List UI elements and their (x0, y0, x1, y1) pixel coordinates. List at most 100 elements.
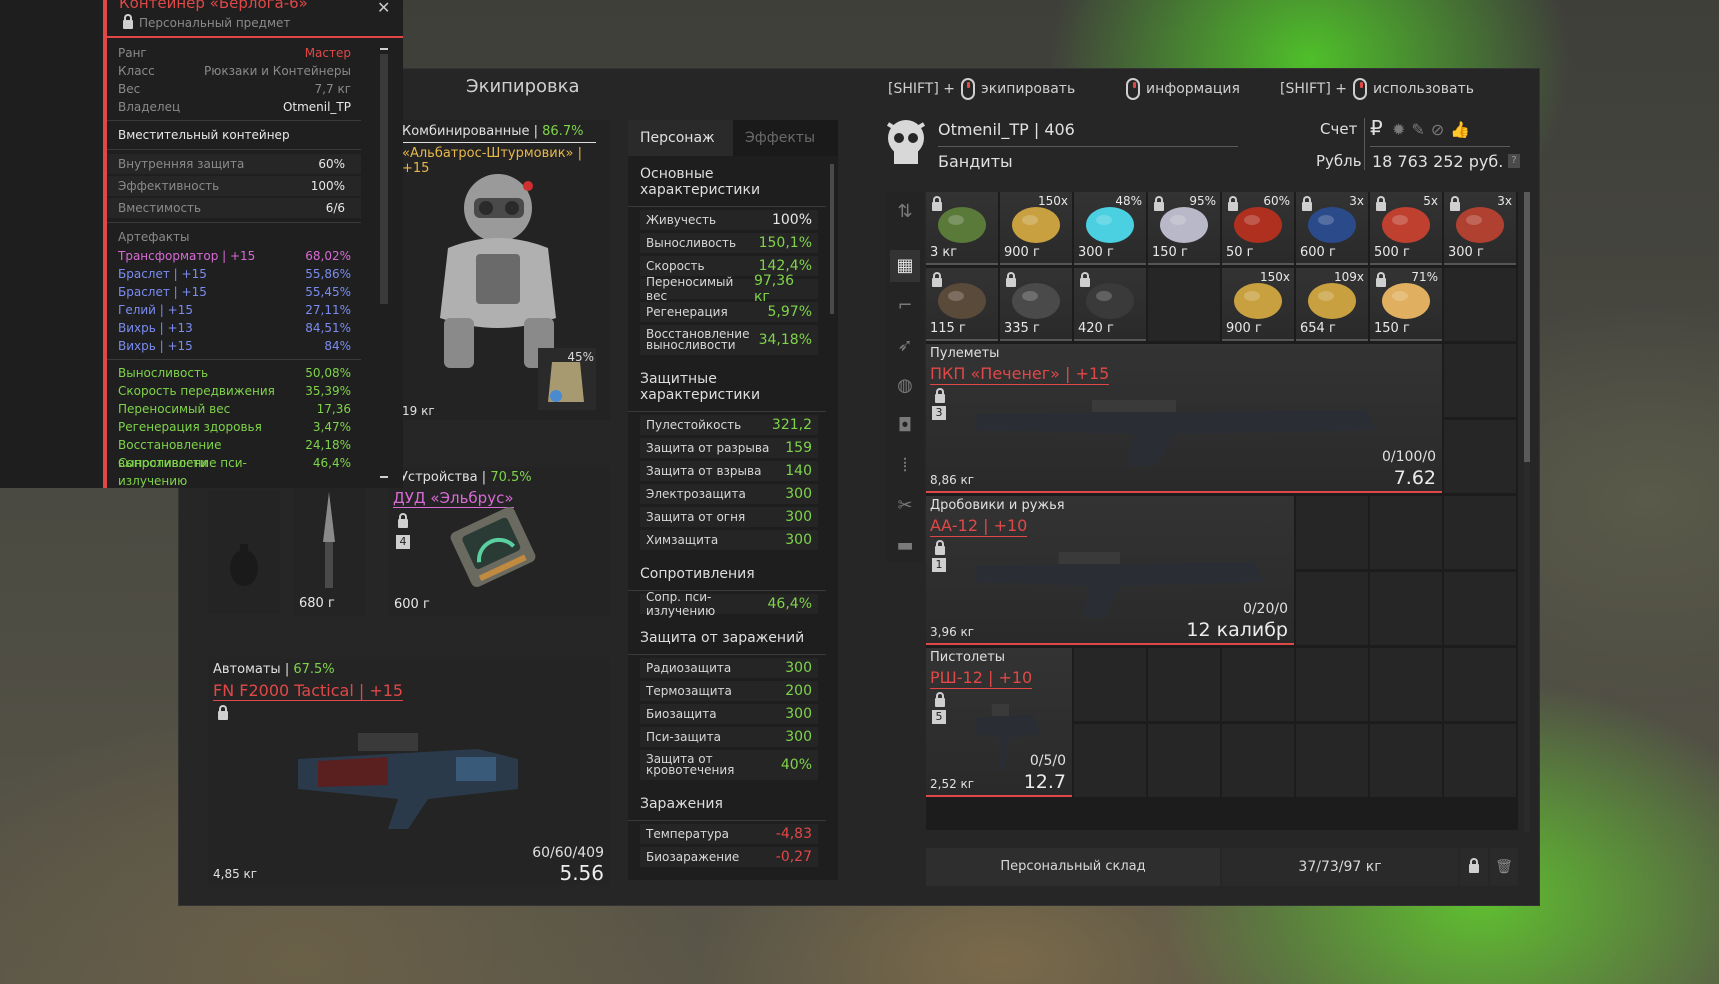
sort-icon[interactable]: ⇅ (890, 196, 920, 228)
tab-effects[interactable]: Эффекты (733, 120, 838, 156)
inventory-item[interactable]: 48% 300 г (1074, 192, 1146, 265)
artifact-row-label: Вихрь | +15 (118, 339, 193, 353)
stat-label: Защита от разрыва (646, 441, 770, 455)
inventory-cell[interactable] (1296, 724, 1368, 797)
armor-filter-icon[interactable]: ◍ (890, 370, 920, 402)
artifacts-filter-icon[interactable]: ◘ (890, 410, 920, 442)
weapon-weight: 3,96 кг (930, 625, 975, 639)
inventory-cell[interactable] (1370, 496, 1442, 569)
inventory-item[interactable]: 60% 50 г (1222, 192, 1294, 265)
item-count: 71% (1411, 270, 1438, 284)
inventory-item[interactable]: 150x 900 г (1222, 268, 1294, 341)
bonus-row: Выносливость 50,08% (107, 364, 361, 382)
bonus-row: Скорость передвижения 35,39% (107, 382, 361, 400)
weapon-item[interactable]: Пистолеты РШ-12 | +10 5 2,52 кг 0/5/0 12.7 (926, 648, 1072, 797)
stats-scrollbar[interactable] (830, 164, 834, 314)
inventory-cell[interactable] (1370, 572, 1442, 645)
device-label: Устройства | 70.5% (400, 470, 532, 485)
inventory-cell[interactable] (1074, 724, 1146, 797)
stat-row: Пси-защита 300 (640, 727, 818, 747)
inventory-cell[interactable] (1444, 648, 1516, 721)
primary-weapon-slot[interactable]: Автоматы | 67.5% FN F2000 Tactical | +15… (208, 659, 610, 885)
inventory-item[interactable]: 3x 300 г (1444, 192, 1516, 265)
bandit-skull-icon (886, 120, 926, 164)
throwable-slot[interactable] (208, 490, 280, 614)
weapon-item[interactable]: Дробовики и ружья АА-12 | +10 1 3,96 кг 0/20… (926, 496, 1294, 645)
stat-value: 150,1% (758, 235, 812, 251)
inventory-item[interactable]: 95% 150 г (1148, 192, 1220, 265)
inventory-item[interactable]: 71% 150 г (1370, 268, 1442, 341)
inventory-cell[interactable] (1222, 724, 1294, 797)
artifact-row-value: 68,02% (305, 249, 351, 263)
inventory-cell[interactable] (1444, 572, 1516, 645)
info-row-value: Otmenil_TP (282, 100, 351, 114)
tooltip-scrollbar[interactable] (380, 54, 388, 304)
item-count: 48% (1115, 194, 1142, 208)
inventory-cell[interactable] (1444, 344, 1516, 417)
lock-icon (1469, 858, 1479, 873)
inventory-cell[interactable] (1370, 648, 1442, 721)
inventory-item[interactable]: 109x 654 г (1296, 268, 1368, 341)
inventory-cell[interactable] (1444, 268, 1516, 341)
inventory-item[interactable]: 150x 900 г (1000, 192, 1072, 265)
currency-icons[interactable]: ✹✎⊘👍 (1392, 120, 1476, 139)
info-row: Вес 7,7 кг (107, 80, 361, 98)
artifact-row-label: Браслет | +15 (118, 267, 207, 281)
lock-icon (123, 14, 133, 29)
lock-all-button[interactable] (1460, 848, 1488, 886)
property-row: Внутренняя защита 60% (107, 154, 361, 174)
inventory-cell[interactable] (1296, 572, 1368, 645)
inventory-item[interactable]: 420 г (1074, 268, 1146, 341)
inventory-item[interactable] (1148, 268, 1220, 341)
stat-value: 46,4% (767, 596, 812, 612)
inventory-scrollbar[interactable] (1524, 192, 1530, 832)
bonus-row-value: 24,18% (305, 438, 351, 452)
item-price: 600 г (1300, 245, 1336, 260)
item-count: 5x (1423, 194, 1438, 208)
tab-character[interactable]: Персонаж (628, 120, 733, 156)
inventory-cell[interactable] (1148, 724, 1220, 797)
consumables-filter-icon[interactable]: ⦙ (890, 450, 920, 482)
grid-view-icon[interactable]: ▦ (890, 250, 920, 282)
lock-icon (935, 388, 945, 403)
inventory-cell[interactable] (1148, 648, 1220, 721)
ammo-filter-icon[interactable]: ➶ (890, 330, 920, 362)
tools-filter-icon[interactable]: ✂ (890, 490, 920, 522)
inventory-item[interactable]: 5x 500 г (1370, 192, 1442, 265)
inventory-item[interactable]: 115 г (926, 268, 998, 341)
armor-sub-slot[interactable]: 45% (538, 348, 596, 410)
trash-icon[interactable]: 🗑 (1490, 848, 1518, 886)
inventory-cell[interactable] (1222, 648, 1294, 721)
hint-use: [SHIFT] + использовать (1280, 78, 1474, 100)
weapons-filter-icon[interactable]: ⌐ (890, 290, 920, 322)
inventory-cell[interactable] (1444, 724, 1516, 797)
help-icon[interactable]: ? (1508, 154, 1520, 168)
inventory-item[interactable]: 335 г (1000, 268, 1072, 341)
inventory-cell[interactable] (1296, 496, 1368, 569)
inventory-cell[interactable] (1370, 724, 1442, 797)
armor-slot[interactable]: Комбинированные | 86.7% «Альбатрос-Штурм… (400, 120, 610, 420)
personal-storage-button[interactable]: Персональный склад (926, 848, 1220, 886)
inventory-cell[interactable] (1296, 648, 1368, 721)
weapon-item[interactable]: Пулеметы ПКП «Печенег» | +15 3 8,86 кг 0/100… (926, 344, 1442, 493)
lock-number-badge: 3 (932, 406, 946, 420)
stat-label: Защита от огня (646, 510, 746, 524)
lock-icon (1006, 272, 1016, 287)
bonus-row-value: 50,08% (305, 366, 351, 380)
currency-label: Рубль (1316, 152, 1362, 170)
inventory-cell[interactable] (1444, 496, 1516, 569)
property-row-label: Вместимость (118, 201, 202, 215)
bonus-row: Сопротивление пси-излучению 46,4% (107, 454, 361, 488)
inventory-item[interactable]: 3x 600 г (1296, 192, 1368, 265)
inventory-item[interactable]: 3 кг (926, 192, 998, 265)
lock-icon (1228, 196, 1238, 211)
info-row: Ранг Мастер (107, 44, 361, 62)
device-slot[interactable]: Устройства | 70.5% ДУД «Эльбрус» 4 600 г (388, 467, 610, 616)
inventory-cell[interactable] (1444, 420, 1516, 493)
inventory-cell[interactable] (1074, 648, 1146, 721)
stat-value: 200 (785, 683, 812, 699)
close-icon[interactable]: ✕ (377, 0, 390, 17)
ruble-icon[interactable]: ₽ (1370, 116, 1383, 140)
knife-slot[interactable]: 680 г (293, 486, 365, 616)
misc-filter-icon[interactable]: ▬ (890, 530, 920, 562)
